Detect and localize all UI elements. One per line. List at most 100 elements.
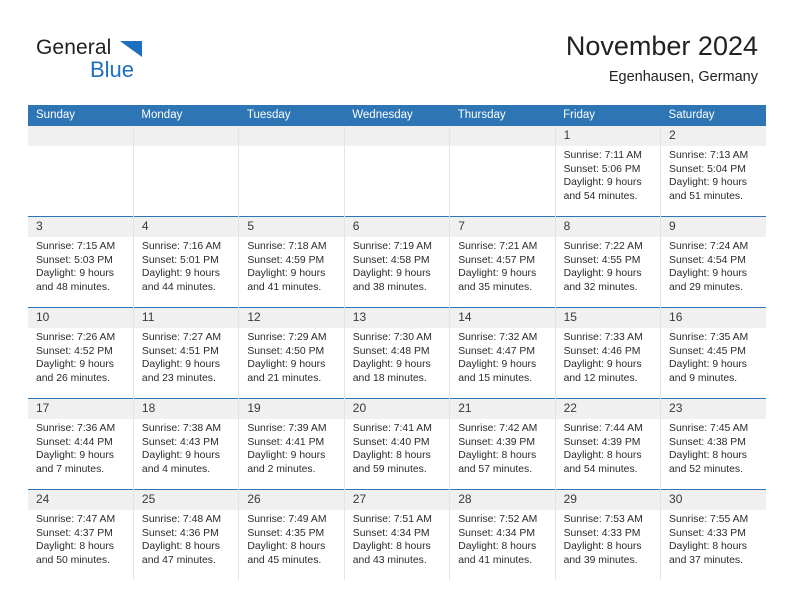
calendar-day-cell[interactable]: 11 Sunrise: 7:27 AM Sunset: 4:51 PM Dayligh… [133, 307, 240, 399]
daylight-text-line1: Daylight: 8 hours [247, 541, 326, 553]
sunrise-text: Sunrise: 7:42 AM [458, 423, 538, 434]
sunset-text: Sunset: 4:41 PM [247, 436, 325, 448]
daylight-text-line1: Daylight: 9 hours [563, 359, 642, 371]
day-info: Sunrise: 7:55 AM Sunset: 4:33 PM Daylight:… [661, 510, 766, 567]
sunrise-text: Sunrise: 7:15 AM [36, 241, 116, 252]
calendar-day-cell[interactable]: 14 Sunrise: 7:32 AM Sunset: 4:47 PM Dayligh… [449, 307, 556, 399]
calendar-day-cell[interactable]: 17 Sunrise: 7:36 AM Sunset: 4:44 PM Dayligh… [28, 398, 134, 490]
day-info: Sunrise: 7:49 AM Sunset: 4:35 PM Daylight:… [239, 510, 343, 567]
day-number: 20 [344, 399, 450, 419]
sunset-text: Sunset: 4:33 PM [563, 527, 641, 539]
daylight-text-line2: and 45 minutes. [247, 554, 322, 566]
calendar-day-cell[interactable]: 5 Sunrise: 7:18 AM Sunset: 4:59 PM Daylight… [238, 216, 345, 308]
day-number: 22 [555, 399, 661, 419]
day-number: 3 [28, 217, 133, 237]
calendar-day-cell[interactable]: 7 Sunrise: 7:21 AM Sunset: 4:57 PM Daylight… [449, 216, 556, 308]
day-number: 24 [28, 490, 133, 510]
calendar-day-cell[interactable]: 21 Sunrise: 7:42 AM Sunset: 4:39 PM Dayligh… [449, 398, 556, 490]
daylight-text-line2: and 44 minutes. [141, 281, 216, 293]
calendar-day-cell[interactable]: 26 Sunrise: 7:49 AM Sunset: 4:35 PM Dayligh… [238, 489, 345, 580]
sunrise-text: Sunrise: 7:52 AM [458, 514, 538, 525]
day-number: 6 [344, 217, 450, 237]
daylight-text-line2: and 2 minutes. [247, 463, 316, 475]
calendar-table: Sunday Monday Tuesday Wednesday Thursday… [28, 105, 766, 580]
calendar-day-cell[interactable]: 15 Sunrise: 7:33 AM Sunset: 4:46 PM Dayligh… [555, 307, 662, 399]
triangle-icon [120, 41, 142, 57]
day-number: 5 [239, 217, 344, 237]
day-info: Sunrise: 7:26 AM Sunset: 4:52 PM Daylight:… [28, 328, 133, 385]
daylight-text-line1: Daylight: 8 hours [458, 450, 537, 462]
calendar-empty-cell [449, 126, 556, 217]
calendar-week-row: 24 Sunrise: 7:47 AM Sunset: 4:37 PM Dayligh… [28, 489, 766, 580]
calendar-day-cell[interactable]: 9 Sunrise: 7:24 AM Sunset: 4:54 PM Daylight… [660, 216, 766, 308]
calendar-body: 1 Sunrise: 7:11 AM Sunset: 5:06 PM Daylight… [28, 126, 766, 580]
weekday-header-wednesday: Wednesday [344, 105, 450, 126]
sunrise-text: Sunrise: 7:51 AM [352, 514, 432, 525]
sunset-text: Sunset: 5:06 PM [563, 163, 641, 175]
sunset-text: Sunset: 4:45 PM [669, 345, 746, 357]
sunrise-text: Sunrise: 7:22 AM [563, 241, 643, 252]
daylight-text-line2: and 52 minutes. [669, 463, 743, 475]
daylight-text-line2: and 35 minutes. [458, 281, 533, 293]
day-number: 26 [239, 490, 344, 510]
day-info: Sunrise: 7:30 AM Sunset: 4:48 PM Daylight:… [345, 328, 449, 385]
calendar-day-cell[interactable]: 29 Sunrise: 7:53 AM Sunset: 4:33 PM Dayligh… [555, 489, 662, 580]
weekday-header-monday: Monday [133, 105, 239, 126]
daylight-text-line1: Daylight: 9 hours [141, 450, 220, 462]
calendar-day-cell[interactable]: 3 Sunrise: 7:15 AM Sunset: 5:03 PM Daylight… [28, 216, 134, 308]
calendar-day-cell[interactable]: 19 Sunrise: 7:39 AM Sunset: 4:41 PM Dayligh… [238, 398, 345, 490]
day-info: Sunrise: 7:18 AM Sunset: 4:59 PM Daylight:… [239, 237, 343, 294]
sunset-text: Sunset: 4:58 PM [352, 254, 430, 266]
day-info: Sunrise: 7:38 AM Sunset: 4:43 PM Daylight:… [134, 419, 238, 476]
calendar-day-cell[interactable]: 23 Sunrise: 7:45 AM Sunset: 4:38 PM Dayligh… [660, 398, 766, 490]
calendar-day-cell[interactable]: 30 Sunrise: 7:55 AM Sunset: 4:33 PM Dayligh… [660, 489, 766, 580]
day-number: 2 [661, 126, 766, 146]
day-info: Sunrise: 7:24 AM Sunset: 4:54 PM Daylight:… [661, 237, 766, 294]
calendar-day-cell[interactable]: 24 Sunrise: 7:47 AM Sunset: 4:37 PM Dayligh… [28, 489, 134, 580]
brand-logo[interactable]: General Blue [36, 36, 156, 86]
calendar-day-cell[interactable]: 6 Sunrise: 7:19 AM Sunset: 4:58 PM Daylight… [344, 216, 451, 308]
calendar-day-cell[interactable]: 25 Sunrise: 7:48 AM Sunset: 4:36 PM Dayligh… [133, 489, 240, 580]
sunset-text: Sunset: 4:34 PM [352, 527, 430, 539]
daylight-text-line1: Daylight: 9 hours [352, 359, 431, 371]
calendar-day-cell[interactable]: 8 Sunrise: 7:22 AM Sunset: 4:55 PM Daylight… [555, 216, 662, 308]
daylight-text-line1: Daylight: 9 hours [247, 268, 326, 280]
sunset-text: Sunset: 5:01 PM [141, 254, 219, 266]
calendar-day-cell[interactable]: 4 Sunrise: 7:16 AM Sunset: 5:01 PM Daylight… [133, 216, 240, 308]
sunset-text: Sunset: 4:52 PM [36, 345, 113, 357]
daylight-text-line2: and 59 minutes. [352, 463, 427, 475]
sunrise-text: Sunrise: 7:36 AM [36, 423, 116, 434]
calendar-day-cell[interactable]: 22 Sunrise: 7:44 AM Sunset: 4:39 PM Dayligh… [555, 398, 662, 490]
calendar-day-cell[interactable]: 2 Sunrise: 7:13 AM Sunset: 5:04 PM Daylight… [660, 126, 766, 217]
day-info: Sunrise: 7:51 AM Sunset: 4:34 PM Daylight:… [345, 510, 449, 567]
sunrise-text: Sunrise: 7:26 AM [36, 332, 116, 343]
sunrise-text: Sunrise: 7:24 AM [669, 241, 749, 252]
day-number [28, 126, 133, 146]
calendar-day-cell[interactable]: 27 Sunrise: 7:51 AM Sunset: 4:34 PM Dayligh… [344, 489, 451, 580]
sunrise-text: Sunrise: 7:27 AM [141, 332, 222, 343]
calendar-day-cell[interactable]: 20 Sunrise: 7:41 AM Sunset: 4:40 PM Dayligh… [344, 398, 451, 490]
calendar-day-cell[interactable]: 28 Sunrise: 7:52 AM Sunset: 4:34 PM Dayligh… [449, 489, 556, 580]
sunrise-text: Sunrise: 7:41 AM [352, 423, 432, 434]
daylight-text-line1: Daylight: 8 hours [141, 541, 220, 553]
day-number: 18 [133, 399, 239, 419]
page-subtitle: Egenhausen, Germany [608, 69, 758, 85]
day-info: Sunrise: 7:21 AM Sunset: 4:57 PM Daylight:… [450, 237, 554, 294]
sunrise-text: Sunrise: 7:32 AM [458, 332, 538, 343]
sunset-text: Sunset: 4:40 PM [352, 436, 430, 448]
calendar-day-cell[interactable]: 1 Sunrise: 7:11 AM Sunset: 5:06 PM Daylight… [555, 126, 662, 217]
calendar-day-cell[interactable]: 16 Sunrise: 7:35 AM Sunset: 4:45 PM Dayligh… [660, 307, 766, 399]
day-number [133, 126, 239, 146]
calendar-day-cell[interactable]: 10 Sunrise: 7:26 AM Sunset: 4:52 PM Dayligh… [28, 307, 134, 399]
daylight-text-line1: Daylight: 8 hours [352, 541, 431, 553]
calendar-day-cell[interactable]: 18 Sunrise: 7:38 AM Sunset: 4:43 PM Dayligh… [133, 398, 240, 490]
day-info: Sunrise: 7:45 AM Sunset: 4:38 PM Daylight:… [661, 419, 766, 476]
daylight-text-line2: and 38 minutes. [352, 281, 427, 293]
daylight-text-line2: and 54 minutes. [563, 190, 638, 202]
day-number: 11 [133, 308, 239, 328]
calendar-day-cell[interactable]: 13 Sunrise: 7:30 AM Sunset: 4:48 PM Dayligh… [344, 307, 451, 399]
calendar-day-cell[interactable]: 12 Sunrise: 7:29 AM Sunset: 4:50 PM Dayligh… [238, 307, 345, 399]
sunset-text: Sunset: 4:38 PM [669, 436, 746, 448]
day-number: 7 [450, 217, 555, 237]
sunrise-text: Sunrise: 7:55 AM [669, 514, 749, 525]
